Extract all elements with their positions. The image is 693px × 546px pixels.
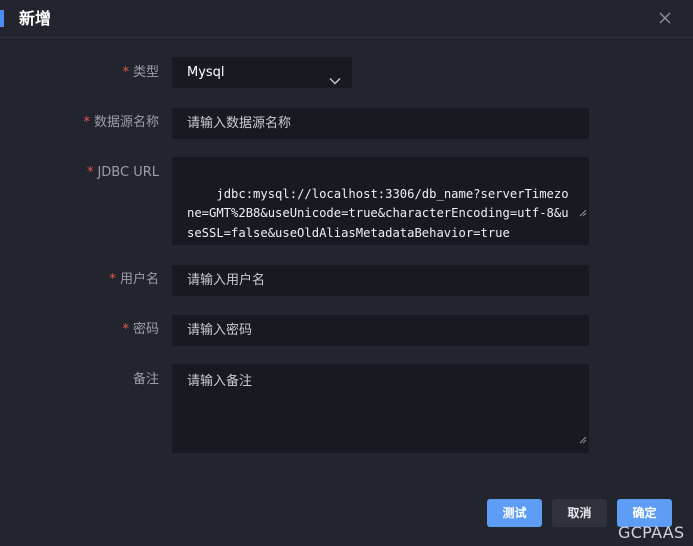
username-placeholder: 请输入用户名 <box>187 273 266 288</box>
watermark: GCPAAS <box>618 523 685 542</box>
type-select[interactable]: Mysql <box>172 57 352 88</box>
close-icon[interactable] <box>656 9 674 27</box>
cancel-button[interactable]: 取消 <box>552 499 607 527</box>
jdbc-url-label: * JDBC URL <box>86 165 159 180</box>
password-placeholder: 请输入密码 <box>187 323 253 338</box>
type-select-value: Mysql <box>187 65 225 80</box>
dialog-title: 新增 <box>19 9 52 28</box>
jdbc-url-textarea[interactable]: jdbc:mysql://localhost:3306/db_name?serv… <box>172 157 589 245</box>
required-mark: * <box>122 322 129 337</box>
username-input[interactable]: 请输入用户名 <box>172 265 589 296</box>
remark-label: 备注 <box>132 372 159 387</box>
datasource-name-label: * 数据源名称 <box>83 115 159 130</box>
remark-placeholder: 请输入备注 <box>187 374 253 389</box>
resize-handle-icon[interactable] <box>579 431 587 451</box>
title-accent-bar <box>0 10 4 27</box>
required-mark: * <box>109 272 116 287</box>
required-mark: * <box>122 65 129 80</box>
remark-textarea[interactable]: 请输入备注 <box>172 364 589 453</box>
required-mark: * <box>86 165 94 180</box>
password-label: * 密码 <box>122 322 159 337</box>
datasource-name-input[interactable]: 请输入数据源名称 <box>172 108 589 139</box>
dialog-header: 新增 <box>0 0 693 38</box>
password-input[interactable]: 请输入密码 <box>172 315 589 346</box>
username-label: * 用户名 <box>109 272 159 287</box>
datasource-name-placeholder: 请输入数据源名称 <box>187 116 292 131</box>
required-mark: * <box>83 115 90 130</box>
add-datasource-dialog: 新增 * 类型 Mysql * 数据源名称 请输入数据源名称 * JDBC URL j… <box>0 0 693 546</box>
test-button[interactable]: 测试 <box>487 499 542 527</box>
resize-handle-icon[interactable] <box>535 185 587 244</box>
jdbc-url-value: jdbc:mysql://localhost:3306/db_name?serv… <box>187 186 569 240</box>
chevron-down-icon <box>329 67 341 98</box>
type-label: * 类型 <box>122 65 159 80</box>
